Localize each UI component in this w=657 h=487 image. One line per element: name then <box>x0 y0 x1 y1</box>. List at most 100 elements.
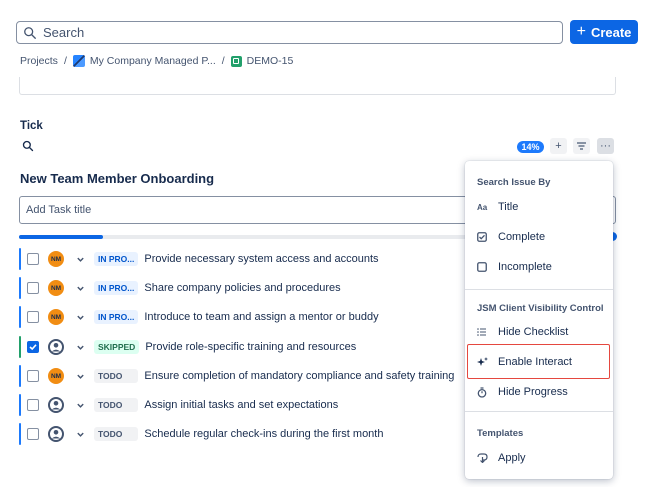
menu-item-title[interactable]: Aa Title <box>465 195 613 219</box>
menu-item-label: Title <box>498 201 519 213</box>
unassigned-avatar-icon[interactable] <box>48 339 64 355</box>
chevron-down-icon[interactable] <box>76 343 85 352</box>
breadcrumb-separator: / <box>63 55 67 67</box>
task-text[interactable]: Share company policies and procedures <box>144 282 340 294</box>
task-checkbox[interactable] <box>27 399 39 411</box>
chevron-down-icon[interactable] <box>76 313 85 322</box>
menu-divider <box>465 289 613 290</box>
tick-panel-title: Tick <box>20 120 43 132</box>
stopwatch-icon <box>477 386 491 398</box>
add-button[interactable]: + <box>550 138 567 154</box>
menu-heading-search: Search Issue By <box>477 177 551 188</box>
search-icon <box>24 26 36 39</box>
task-row-marker <box>19 248 21 270</box>
chevron-down-icon[interactable] <box>76 401 85 410</box>
task-row[interactable]: NM TODO Ensure completion of mandatory c… <box>19 365 469 387</box>
project-icon <box>72 55 85 67</box>
unassigned-avatar-icon[interactable] <box>48 397 64 413</box>
task-checkbox[interactable] <box>27 370 39 382</box>
chevron-down-icon[interactable] <box>76 430 85 439</box>
menu-item-incomplete[interactable]: Incomplete <box>465 255 613 279</box>
status-badge[interactable]: IN PRO... <box>94 252 139 266</box>
task-text[interactable]: Provide necessary system access and acco… <box>144 253 378 265</box>
task-row[interactable]: TODO Schedule regular check-ins during t… <box>19 423 469 445</box>
highlight-box <box>467 344 610 379</box>
task-checkbox[interactable] <box>27 311 39 323</box>
search-icon[interactable] <box>22 140 34 152</box>
menu-heading-visibility: JSM Client Visibility Control <box>477 303 604 314</box>
more-actions-button[interactable]: ··· <box>597 138 614 154</box>
checklist-progress-fill <box>19 235 103 239</box>
status-badge[interactable]: SKIPPED <box>94 340 140 354</box>
status-badge[interactable]: TODO <box>94 427 139 441</box>
more-actions-menu: Search Issue By Aa Title Complete Incomp… <box>465 161 613 479</box>
status-badge[interactable]: TODO <box>94 398 139 412</box>
chevron-down-icon[interactable] <box>76 284 85 293</box>
task-row-marker <box>19 277 21 299</box>
menu-item-hide-progress[interactable]: Hide Progress <box>465 380 613 404</box>
task-checkbox[interactable] <box>27 428 39 440</box>
menu-item-apply[interactable]: Apply <box>465 446 613 470</box>
text-aa-icon: Aa <box>477 202 488 212</box>
task-checkbox-checked[interactable] <box>27 341 39 353</box>
chevron-down-icon[interactable] <box>76 255 85 264</box>
status-badge[interactable]: TODO <box>94 369 139 383</box>
avatar[interactable]: NM <box>48 368 64 384</box>
task-row[interactable]: SKIPPED Provide role-specific training a… <box>19 336 469 358</box>
menu-item-label: Complete <box>498 231 546 243</box>
checklist-title[interactable]: New Team Member Onboarding <box>20 171 214 186</box>
menu-item-label: Incomplete <box>498 261 552 273</box>
avatar[interactable]: NM <box>48 309 64 325</box>
menu-item-label: Apply <box>498 452 526 464</box>
task-row-marker <box>19 423 21 445</box>
breadcrumb: Projects / My Company Managed P... / DEM… <box>20 55 293 67</box>
avatar[interactable]: NM <box>48 280 64 296</box>
unassigned-avatar-icon[interactable] <box>48 426 64 442</box>
menu-item-label: Hide Progress <box>498 386 568 398</box>
task-text[interactable]: Schedule regular check-ins during the fi… <box>144 428 383 440</box>
checkbox-empty-icon <box>477 262 491 272</box>
menu-item-label: Hide Checklist <box>498 326 569 338</box>
task-text[interactable]: Provide role-specific training and resou… <box>145 341 356 353</box>
filter-button[interactable] <box>573 138 590 154</box>
chevron-down-icon[interactable] <box>76 372 85 381</box>
breadcrumb-projects[interactable]: Projects <box>20 55 58 67</box>
create-button[interactable]: + Create <box>570 20 638 44</box>
breadcrumb-separator: / <box>221 55 225 67</box>
create-button-label: Create <box>590 24 632 40</box>
status-badge[interactable]: IN PRO... <box>94 281 139 295</box>
search-input[interactable] <box>43 25 562 40</box>
task-row[interactable]: NM IN PRO... Provide necessary system ac… <box>19 248 469 270</box>
task-row[interactable]: NM IN PRO... Introduce to team and assig… <box>19 306 469 328</box>
menu-heading-templates: Templates <box>477 428 524 439</box>
apply-template-icon <box>477 453 491 463</box>
status-badge[interactable]: IN PRO... <box>94 310 139 324</box>
breadcrumb-issue-key[interactable]: DEMO-15 <box>247 55 294 67</box>
task-row[interactable]: NM IN PRO... Share company policies and … <box>19 277 469 299</box>
plus-icon: + <box>576 23 586 40</box>
progress-percent-badge: 14% <box>517 141 544 153</box>
task-row[interactable]: TODO Assign initial tasks and set expect… <box>19 394 469 416</box>
avatar[interactable]: NM <box>48 251 64 267</box>
story-issue-icon <box>230 55 242 67</box>
task-row-marker <box>19 336 21 358</box>
checkmark-icon <box>29 344 37 351</box>
menu-item-hide-checklist[interactable]: Hide Checklist <box>465 320 613 344</box>
filter-icon <box>577 142 586 150</box>
add-task-input[interactable] <box>26 204 426 216</box>
description-panel-edge <box>19 77 616 95</box>
task-row-marker <box>19 306 21 328</box>
checkbox-checked-icon <box>477 232 491 242</box>
breadcrumb-project[interactable]: My Company Managed P... <box>90 55 216 67</box>
task-row-marker <box>19 394 21 416</box>
list-icon <box>477 328 491 336</box>
task-checkbox[interactable] <box>27 253 39 265</box>
menu-item-complete[interactable]: Complete <box>465 225 613 249</box>
menu-divider <box>465 411 613 412</box>
task-row-marker <box>19 365 21 387</box>
task-text[interactable]: Ensure completion of mandatory complianc… <box>144 370 454 382</box>
task-checkbox[interactable] <box>27 282 39 294</box>
task-text[interactable]: Assign initial tasks and set expectation… <box>144 399 338 411</box>
global-search[interactable] <box>16 21 563 44</box>
task-text[interactable]: Introduce to team and assign a mentor or… <box>144 311 378 323</box>
